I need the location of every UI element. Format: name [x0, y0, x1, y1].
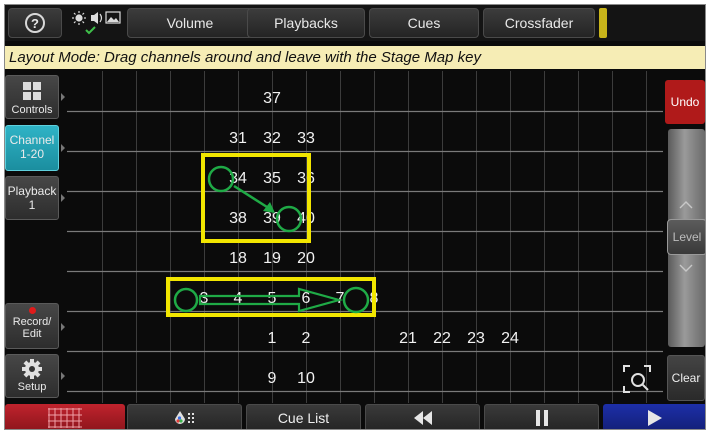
controls-label: Controls	[11, 104, 53, 116]
playbacks-button[interactable]: Playbacks	[247, 8, 365, 38]
record-label: Record/	[12, 316, 52, 328]
layout-mode-message: Layout Mode: Drag channels around and le…	[5, 46, 705, 69]
playback-number: 1	[28, 198, 36, 212]
circle-40	[275, 205, 303, 233]
rewind-icon	[413, 410, 432, 425]
controls-arrow-icon	[61, 93, 65, 101]
circle-3	[173, 287, 199, 313]
check-icon	[85, 26, 96, 35]
setup-arrow-icon	[61, 372, 65, 380]
play-icon	[648, 409, 662, 426]
setup-button[interactable]: Setup	[5, 354, 59, 398]
stage-map-grid[interactable]: 37 31 32 33 34 35 36 38 39 40 18 19 20 3 4 5 6 7 8 1 2 21 22 23…	[67, 71, 663, 403]
annotation-overlay	[166, 153, 376, 317]
level-fader-handle[interactable]: Level	[667, 219, 705, 255]
channel-arrow-icon	[61, 144, 65, 152]
chevron-up-icon	[679, 201, 693, 209]
speaker-icon	[91, 12, 103, 24]
help-icon: ?	[25, 13, 45, 33]
controls-button[interactable]: Controls	[5, 75, 59, 119]
brightness-icon	[72, 11, 86, 25]
app-window: ? Volume Playbacks Cues Crossfader Layou…	[4, 4, 706, 430]
pause-icon	[535, 409, 548, 426]
channel-label: Channel	[9, 133, 55, 147]
arrow-3-to-8	[198, 287, 344, 313]
record-edit-button[interactable]: Record/ Edit	[5, 303, 59, 349]
top-accent-bar	[599, 8, 607, 38]
edit-label: Edit	[22, 328, 42, 340]
gear-icon	[22, 359, 42, 379]
record-arrow-icon	[61, 323, 65, 331]
cues-button[interactable]: Cues	[369, 8, 479, 38]
cue-list-button[interactable]: Cue List	[246, 404, 361, 429]
playback-button[interactable]: Playback 1	[5, 176, 59, 220]
chevron-down-icon	[679, 264, 693, 272]
image-icon	[105, 11, 121, 24]
volume-button[interactable]: Volume	[127, 8, 253, 38]
circle-34	[207, 165, 235, 193]
channel-range: 1-20	[19, 147, 45, 161]
crossfader-button[interactable]: Crossfader	[483, 8, 595, 38]
zoom-fit-icon[interactable]	[623, 365, 651, 393]
circle-8	[342, 286, 370, 314]
help-button[interactable]: ?	[8, 8, 62, 38]
undo-button[interactable]: Undo	[665, 80, 705, 124]
playback-label: Playback	[7, 184, 57, 198]
playback-arrow-icon	[61, 194, 65, 202]
status-icons	[69, 9, 125, 35]
grid-map-icon	[48, 407, 82, 428]
clear-button[interactable]: Clear	[667, 355, 705, 401]
pause-button[interactable]	[484, 404, 599, 429]
play-button[interactable]	[603, 404, 705, 429]
color-palette-button[interactable]	[127, 404, 242, 429]
record-dot-icon	[28, 307, 36, 314]
rewind-button[interactable]	[365, 404, 480, 429]
top-bar: ? Volume Playbacks Cues Crossfader	[5, 5, 705, 41]
channel-button[interactable]: Channel 1-20	[5, 125, 59, 171]
setup-label: Setup	[17, 381, 47, 393]
arrow-34-to-40	[233, 184, 275, 213]
stage-map-button[interactable]	[5, 404, 125, 429]
grid-icon	[23, 82, 41, 100]
color-palette-icon	[174, 410, 194, 424]
